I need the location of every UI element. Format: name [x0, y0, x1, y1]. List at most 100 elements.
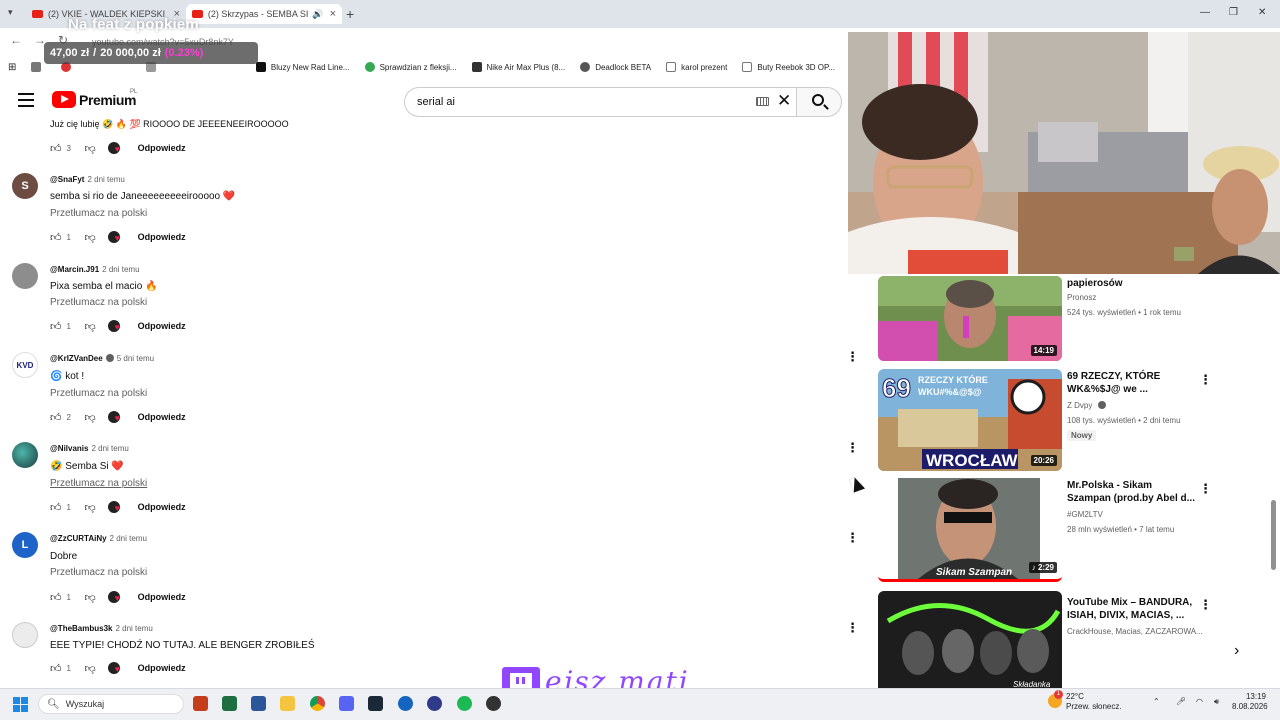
video-title[interactable]: YouTube Mix – BANDURA, ISIAH, DIVIX, MAC… — [1067, 596, 1197, 622]
bookmark-sprawdzian[interactable]: Sprawdzian z fleksji... — [364, 62, 457, 72]
like-icon[interactable]: 👍︎ — [50, 142, 62, 155]
clear-search-icon[interactable]: ✕ — [777, 91, 791, 111]
bookmark-deadlock[interactable]: Deadlock BETA — [580, 62, 651, 72]
video-thumbnail[interactable]: Składanka — [878, 591, 1062, 688]
close-tab-icon[interactable]: × — [330, 8, 336, 20]
channel-name[interactable]: Z Dvpy — [1067, 401, 1106, 410]
chevron-right-icon[interactable]: › — [1234, 642, 1239, 660]
like-icon[interactable]: 👍︎ — [50, 662, 62, 675]
comment-time[interactable]: 2 dni temu — [115, 624, 152, 633]
search-button[interactable] — [796, 87, 842, 117]
dislike-icon[interactable]: 👎︎ — [85, 501, 96, 514]
close-window-icon[interactable]: ✕ — [1258, 7, 1266, 18]
weather-widget[interactable]: 22°C Przew. słonecz. — [1066, 692, 1122, 712]
dislike-icon[interactable]: 👎︎ — [85, 662, 96, 675]
powerpoint-icon[interactable] — [193, 696, 208, 711]
dislike-icon[interactable]: 👎︎ — [85, 411, 96, 424]
comment-author[interactable]: @KrIZVanDee — [50, 354, 103, 363]
minimize-icon[interactable]: — — [1200, 7, 1210, 18]
comment-menu-icon[interactable]: ⋮ — [846, 531, 859, 544]
youtube-premium-logo[interactable]: Premium PL — [52, 89, 137, 108]
reply-button[interactable]: Odpowiedz — [138, 321, 186, 331]
video-title[interactable]: Mr.Polska - Sikam Szampan (prod.by Abel … — [1067, 479, 1197, 505]
file-explorer-icon[interactable] — [280, 696, 295, 711]
avatar[interactable]: L — [12, 532, 38, 558]
ea-icon[interactable] — [427, 696, 442, 711]
bookmark-nike[interactable]: Nike Air Max Plus (8... — [471, 62, 565, 72]
github-icon[interactable] — [486, 696, 501, 711]
wifi-icon[interactable]: ◠ — [1196, 697, 1203, 707]
video-menu-icon[interactable]: ⋮ — [1199, 598, 1212, 611]
video-title[interactable]: papierosów — [1067, 277, 1197, 290]
volume-icon[interactable]: 🔊︎ — [1214, 697, 1219, 707]
taskbar-search-input[interactable]: 🔍︎ Wyszukaj — [38, 694, 184, 714]
app-icon[interactable] — [398, 696, 413, 711]
new-tab-button[interactable]: + — [346, 6, 354, 22]
video-thumbnail[interactable]: 14:19 — [878, 276, 1062, 361]
reply-button[interactable]: Odpowiedz — [138, 663, 186, 673]
channel-name[interactable]: CrackHouse, Macias, ZACZAROWA... — [1067, 627, 1203, 636]
translate-link[interactable]: Przetłumacz na polski — [50, 388, 147, 399]
dislike-icon[interactable]: 👎︎ — [85, 591, 96, 604]
dislike-icon[interactable]: 👎︎ — [85, 142, 96, 155]
translate-link[interactable]: Przetłumacz na polski — [50, 208, 147, 219]
video-menu-icon[interactable]: ⋮ — [1199, 482, 1212, 495]
comment-author[interactable]: @TheBambus3k — [50, 624, 112, 633]
comment-time[interactable]: 2 dni temu — [91, 444, 128, 453]
bookmark-item[interactable] — [31, 62, 46, 72]
comment-menu-icon[interactable]: ⋮ — [846, 350, 859, 363]
word-icon[interactable] — [251, 696, 266, 711]
avatar[interactable] — [12, 263, 38, 289]
reply-button[interactable]: Odpowiedz — [138, 412, 186, 422]
avatar[interactable]: KVD — [12, 352, 38, 378]
comment-author[interactable]: @Nilvanis — [50, 444, 88, 453]
steam-icon[interactable] — [368, 696, 383, 711]
reply-button[interactable]: Odpowiedz — [138, 592, 186, 602]
like-icon[interactable]: 👍︎ — [50, 320, 62, 333]
spotify-icon[interactable] — [457, 696, 472, 711]
translate-link[interactable]: Przetłumacz na polski — [50, 478, 147, 489]
translate-link[interactable]: Przetłumacz na polski — [50, 567, 147, 578]
chrome-icon[interactable] — [310, 696, 325, 711]
bookmark-bluzy[interactable]: Bluzy New Rad Line... — [255, 62, 350, 72]
reply-button[interactable]: Odpowiedz — [138, 232, 186, 242]
tab-list-button[interactable]: ▾ — [8, 7, 13, 18]
bookmark-buty[interactable]: Buty Reebok 3D OP... — [742, 62, 835, 72]
dislike-icon[interactable]: 👎︎ — [85, 231, 96, 244]
comment-time[interactable]: 2 dni temu — [102, 265, 139, 274]
reply-button[interactable]: Odpowiedz — [138, 502, 186, 512]
comment-time[interactable]: 2 dni temu — [110, 534, 147, 543]
avatar[interactable]: S — [12, 173, 38, 199]
browser-tab-skrzypas[interactable]: (2) Skrzypas - SEMBA SI (Bl 🔊 × — [186, 4, 342, 24]
discord-icon[interactable] — [339, 696, 354, 711]
like-icon[interactable]: 👍︎ — [50, 411, 62, 424]
video-title[interactable]: 69 RZECZY, KTÓRE WK&%$J@ we ... — [1067, 370, 1197, 396]
apps-icon[interactable]: ⊞ — [8, 62, 16, 73]
back-icon[interactable]: ← — [10, 33, 22, 47]
video-thumbnail[interactable]: 69 RZECZY KTÓRE WKU#%&@$@ WROCŁAW 20:26 — [878, 369, 1062, 471]
comment-menu-icon[interactable]: ⋮ — [846, 621, 859, 634]
keyboard-icon[interactable] — [756, 97, 769, 106]
avatar[interactable] — [12, 442, 38, 468]
chevron-up-icon[interactable]: ⌃ — [1153, 697, 1160, 707]
dislike-icon[interactable]: 👎︎ — [85, 320, 96, 333]
windows-start-icon[interactable] — [13, 697, 28, 712]
translate-link[interactable]: Przetłumacz na polski — [50, 297, 147, 308]
comment-time[interactable]: 5 dni temu — [117, 354, 154, 363]
speaker-icon[interactable]: 🔊 — [312, 9, 323, 20]
excel-icon[interactable] — [222, 696, 237, 711]
comment-author[interactable]: @SnaFyt — [50, 175, 84, 184]
microphone-icon[interactable]: 🎤︎ — [1176, 697, 1186, 707]
comment-menu-icon[interactable]: ⋮ — [846, 441, 859, 454]
like-icon[interactable]: 👍︎ — [50, 501, 62, 514]
channel-name[interactable]: Pronosz — [1067, 293, 1096, 302]
like-icon[interactable]: 👍︎ — [50, 591, 62, 604]
page-scrollbar[interactable] — [1271, 500, 1276, 570]
reply-button[interactable]: Odpowiedz — [138, 143, 186, 153]
menu-icon[interactable] — [18, 93, 34, 107]
video-menu-icon[interactable]: ⋮ — [1199, 373, 1212, 386]
maximize-icon[interactable]: ❐ — [1229, 7, 1238, 18]
comment-author[interactable]: @Marcin.J91 — [50, 265, 99, 274]
avatar[interactable] — [12, 622, 38, 648]
comment-time[interactable]: 2 dni temu — [87, 175, 124, 184]
